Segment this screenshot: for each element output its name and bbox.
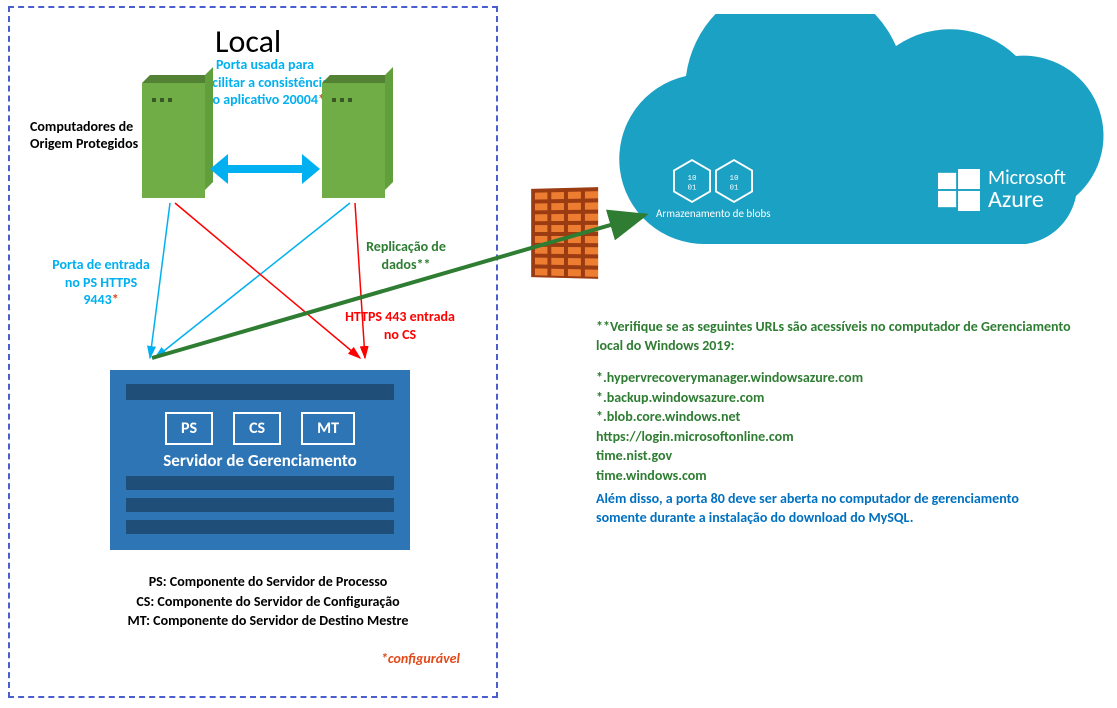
port-ps-label: Porta de entrada no PS HTTPS 9443* [46,256,156,309]
replication-label: Replicação de dados** [346,238,466,273]
blob-storage-label: Armazenamento de blobs [656,207,771,220]
server-icon [142,83,205,198]
blob-storage: 1001 1001 Armazenamento de blobs [656,159,771,220]
url-item: time.nist.gov [596,446,1076,466]
firewall-icon [531,187,598,279]
url-item: time.windows.com [596,466,1076,486]
legend-mt: MT: Componente do Servidor de Destino Me… [68,611,468,631]
management-server-label: Servidor de Gerenciamento [110,450,410,471]
svg-text:01: 01 [730,185,740,193]
ps-component: PS [165,412,213,445]
https-443-label: HTTPS 443 entrada no CS [340,308,460,343]
verify-urls-text: **Verifique se as seguintes URLs são ace… [596,318,1080,356]
svg-text:01: 01 [688,185,698,193]
url-item: *.hypervrecoverymanager.windowsazure.com [596,368,1076,388]
azure-cloud: 1001 1001 Armazenamento de blobs Microso… [596,14,1106,304]
url-item: *.backup.windowsazure.com [596,388,1076,408]
port-80-note: Além disso, a porta 80 deve ser aberta n… [596,490,1046,528]
server-icon [322,83,385,198]
url-list: *.hypervrecoverymanager.windowsazure.com… [596,368,1076,486]
bidirectional-arrow-icon [210,154,320,184]
url-item: *.blob.core.windows.net [596,407,1076,427]
legend-cs: CS: Componente do Servidor de Configuraç… [68,592,468,612]
component-legend: PS: Componente do Servidor de Processo C… [68,572,468,631]
azure-logo: Microsoft Azure [938,168,1066,212]
svg-text:10: 10 [688,175,698,183]
cs-component: CS [233,412,281,445]
blob-hex-icon: 1001 [673,159,711,203]
azure-brand-2: Azure [988,188,1066,212]
port-20004-label: Porta usada para facilitar a consistênci… [200,56,330,109]
management-server: PS CS MT Servidor de Gerenciamento [110,370,410,550]
windows-icon [938,169,980,211]
legend-ps: PS: Componente do Servidor de Processo [68,572,468,592]
configurable-note: *configurável [381,650,460,667]
mt-component: MT [301,412,355,445]
svg-text:10: 10 [730,175,740,183]
url-item: https://login.microsoftonline.com [596,427,1076,447]
blob-hex-icon: 1001 [715,159,753,203]
local-panel: Local Porta usada para facilitar a consi… [8,6,498,698]
protected-source-label: Computadores de Origem Protegidos [30,118,140,152]
